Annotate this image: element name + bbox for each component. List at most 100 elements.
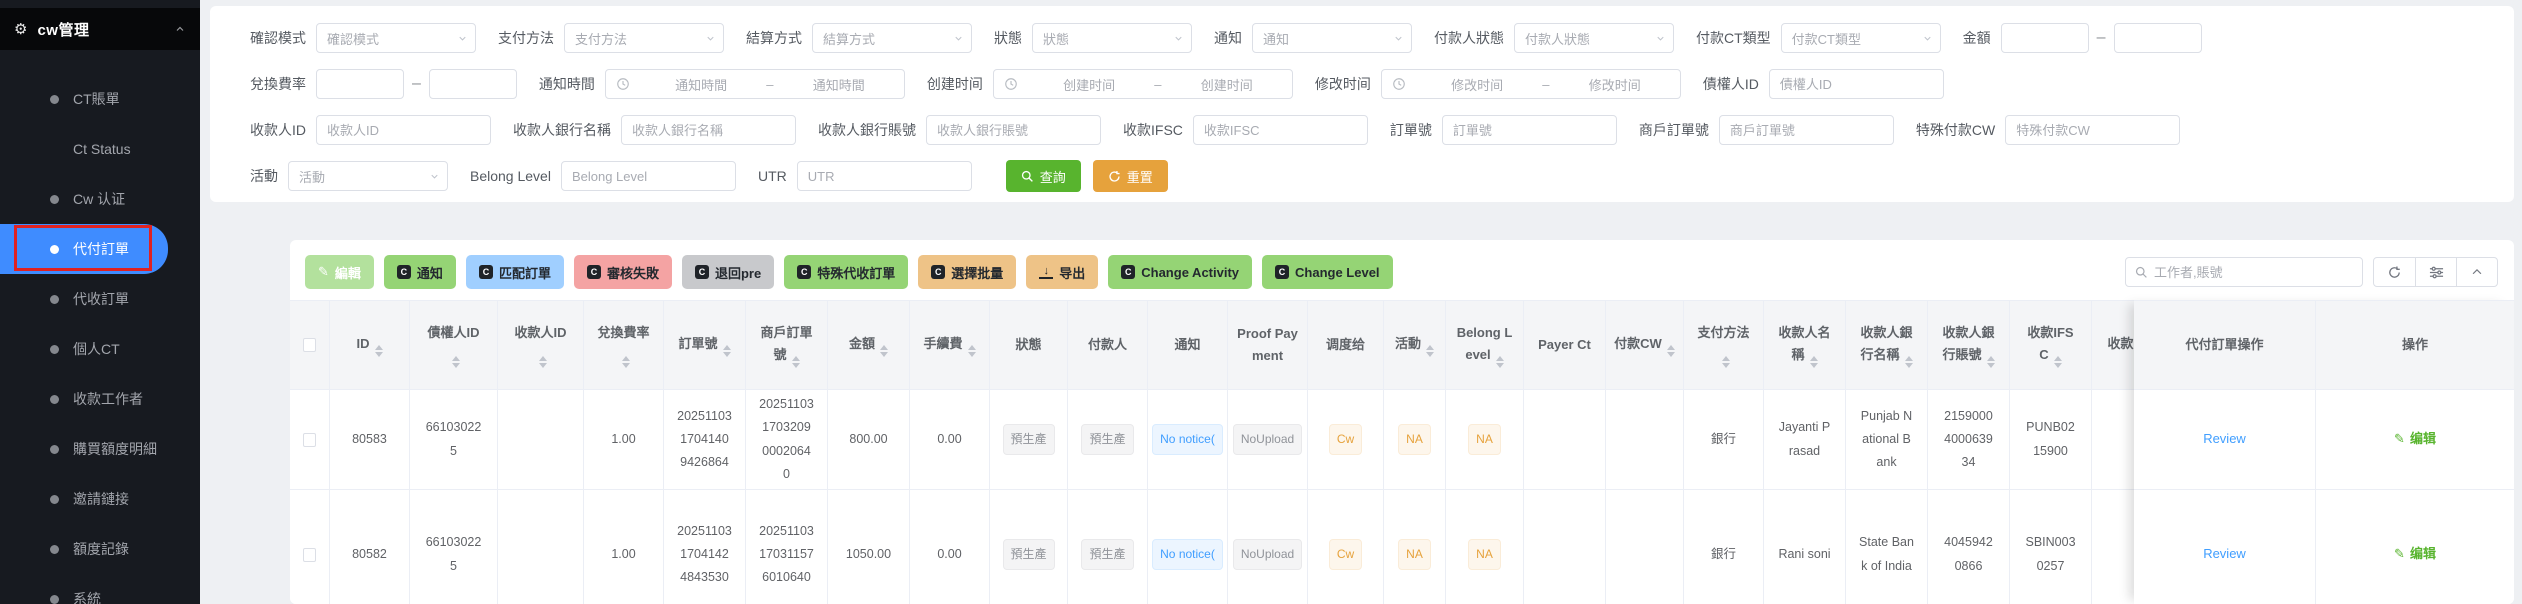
worker-search-input[interactable] [2154, 265, 2353, 280]
orders-table: ID 債權人ID 收款人ID 兌換費率 訂單號 商戶訂單號 金額 手續費 狀態 … [290, 300, 2162, 604]
refresh-button[interactable] [2374, 258, 2415, 286]
sort-icon [1810, 356, 1818, 368]
payer-status-select[interactable]: 付款人狀態 [1514, 23, 1674, 53]
review-link[interactable]: Review [2203, 427, 2246, 451]
sidebar-item-ct-bill[interactable]: CT賬單 [0, 74, 200, 124]
activity-label: 活動 [250, 166, 278, 186]
activity-badge: NA [1398, 539, 1431, 569]
belong-level-input[interactable] [561, 161, 736, 191]
payee-bank-account-input[interactable] [926, 115, 1101, 145]
notice-time-range-picker[interactable]: 通知時間 – 通知時間 [605, 69, 905, 99]
sidebar-item-payee-workers[interactable]: 收款工作者 [0, 374, 200, 424]
column-header-amount[interactable]: 金額 [828, 301, 910, 389]
sort-icon [1905, 356, 1913, 368]
column-header-status: 狀態 [990, 301, 1068, 389]
pay-ct-type-label: 付款CT類型 [1696, 28, 1771, 48]
utr-input[interactable] [797, 161, 972, 191]
creditor-id-input[interactable] [1769, 69, 1944, 99]
merchant-order-no-input[interactable] [1719, 115, 1894, 145]
sidebar-item-ct-status[interactable]: Ct Status [0, 124, 200, 174]
audit-fail-button[interactable]: 審核失敗 [574, 255, 672, 289]
status-select[interactable]: 狀態 [1032, 23, 1192, 53]
notify-button[interactable]: 通知 [384, 255, 456, 289]
chevron-up-icon [2470, 265, 2484, 279]
payee-ifsc-input[interactable] [1193, 115, 1368, 145]
sidebar-item-collect-orders[interactable]: 代收訂單 [0, 274, 200, 324]
amount-max-input[interactable] [2114, 23, 2202, 53]
match-order-button[interactable]: 匹配訂單 [466, 255, 564, 289]
exchange-rate-max-input[interactable] [429, 69, 517, 99]
chevron-down-icon [1173, 33, 1184, 44]
payee-bank-name-input[interactable] [621, 115, 796, 145]
edit-button[interactable]: ✎編輯 [305, 255, 374, 289]
column-header-merchant-order-no[interactable]: 商戶訂單號 [746, 301, 828, 389]
bullet-icon [50, 395, 59, 404]
chevron-down-icon [429, 171, 440, 182]
table-row: 80582 661030225 1.00 2025110317041424843… [290, 490, 2162, 604]
reset-button[interactable]: 重置 [1093, 160, 1168, 192]
modify-time-range-picker[interactable]: 修改时间 – 修改时间 [1381, 69, 1681, 99]
row-checkbox[interactable] [303, 433, 316, 447]
activity-select[interactable]: 活動 [288, 161, 448, 191]
special-collect-order-button[interactable]: 特殊代收訂單 [784, 255, 908, 289]
return-pre-button[interactable]: 退回pre [682, 255, 774, 289]
notice-select[interactable]: 通知 [1252, 23, 1412, 53]
column-header-bank-name[interactable]: 收款人銀行名稱 [1846, 301, 1928, 389]
amount-min-input[interactable] [2001, 23, 2089, 53]
worker-search-box[interactable] [2125, 257, 2363, 287]
sidebar-item-personal-ct[interactable]: 個人CT [0, 324, 200, 374]
column-header-pay-cw[interactable]: 付款CW [1606, 301, 1684, 389]
column-header-fee[interactable]: 手續費 [910, 301, 990, 389]
change-activity-button[interactable]: Change Activity [1108, 255, 1252, 289]
sidebar-item-cw-auth[interactable]: Cw 认证 [0, 174, 200, 224]
column-header-payee-id[interactable]: 收款人ID [498, 301, 584, 389]
sidebar-item-system[interactable]: 系統 [0, 574, 200, 604]
row-checkbox[interactable] [303, 548, 316, 562]
query-button[interactable]: 查詢 [1006, 160, 1081, 192]
orders-table-card: ✎編輯 通知 匹配訂單 審核失敗 退回pre 特殊代收訂單 選擇批量 ↓导出 C… [290, 240, 2514, 604]
column-header-payee-name[interactable]: 收款人名稱 [1764, 301, 1846, 389]
column-header-ifsc[interactable]: 收款IFSC [2010, 301, 2092, 389]
sidebar-item-payout-orders[interactable]: 代付訂單 [0, 224, 168, 274]
special-pay-cw-input[interactable] [2005, 115, 2180, 145]
column-header-order-no[interactable]: 訂單號 [664, 301, 746, 389]
cell-proof-payment: NoUpload [1228, 390, 1308, 489]
sidebar-header-cw-manage[interactable]: ⚙ cw管理 [0, 8, 200, 50]
collapse-button[interactable] [2456, 258, 2497, 286]
range-dash: – [2097, 29, 2106, 47]
chevron-down-icon [1655, 33, 1666, 44]
sidebar-item-quota-record[interactable]: 額度記錄 [0, 524, 200, 574]
column-header-id[interactable]: ID [330, 301, 410, 389]
column-settings-button[interactable] [2415, 258, 2456, 286]
column-header-bank-account[interactable]: 收款人銀行賬號 [1928, 301, 2010, 389]
column-header-exchange-rate[interactable]: 兌換費率 [584, 301, 664, 389]
edit-link[interactable]: ✎编辑 [2394, 427, 2436, 451]
payer-status-label: 付款人狀態 [1434, 28, 1504, 48]
notice-badge: No notice( [1152, 539, 1223, 569]
column-header-belong-level[interactable]: Belong Level [1446, 301, 1524, 389]
exchange-rate-min-input[interactable] [316, 69, 404, 99]
column-header-pay-method[interactable]: 支付方法 [1684, 301, 1764, 389]
action-icon [1275, 265, 1289, 279]
select-batch-button[interactable]: 選擇批量 [918, 255, 1016, 289]
pay-ct-type-select[interactable]: 付款CT類型 [1781, 23, 1941, 53]
sort-icon [1496, 356, 1504, 368]
sidebar-item-purchase-quota-detail[interactable]: 購買額度明細 [0, 424, 200, 474]
special-pay-cw-label: 特殊付款CW [1916, 120, 1995, 140]
order-no-input[interactable] [1442, 115, 1617, 145]
payee-id-input[interactable] [316, 115, 491, 145]
settle-mode-select[interactable]: 結算方式 [812, 23, 972, 53]
confirm-mode-select[interactable]: 確認模式 [316, 23, 476, 53]
pay-method-select[interactable]: 支付方法 [564, 23, 724, 53]
sidebar-item-invite-link[interactable]: 邀請鏈接 [0, 474, 200, 524]
review-link[interactable]: Review [2203, 542, 2246, 566]
export-button[interactable]: ↓导出 [1026, 255, 1098, 289]
edit-link[interactable]: ✎编辑 [2394, 542, 2436, 566]
change-level-button[interactable]: Change Level [1262, 255, 1393, 289]
cell-exchange-rate: 1.00 [584, 490, 664, 604]
column-header-activity[interactable]: 活動 [1384, 301, 1446, 389]
column-header-creditor-id[interactable]: 債權人ID [410, 301, 498, 389]
cell-bank-account: 40459420866 [1928, 490, 2010, 604]
create-time-range-picker[interactable]: 创建时间 – 创建时间 [993, 69, 1293, 99]
select-all-checkbox[interactable] [303, 338, 316, 352]
